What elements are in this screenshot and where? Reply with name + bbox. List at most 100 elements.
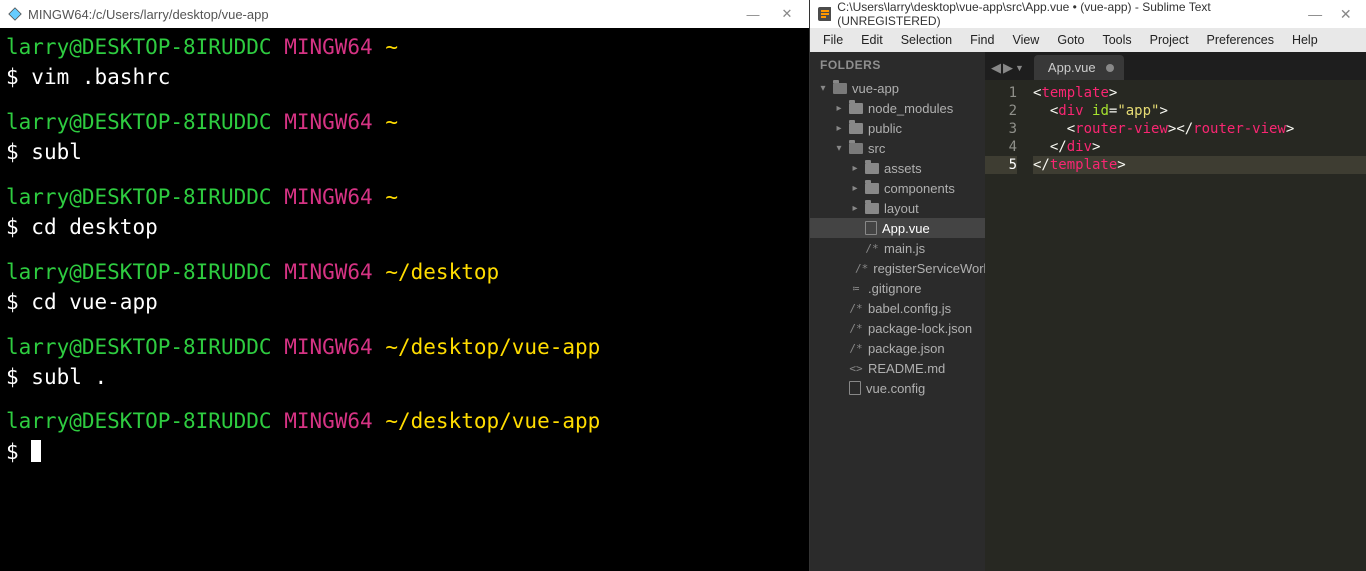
tree-item-label: registerServiceWork: [873, 261, 985, 276]
twisty-icon[interactable]: ▸: [850, 203, 860, 214]
file-icon: [849, 381, 861, 395]
js-icon: /*: [849, 302, 863, 315]
tree-item-label: .gitignore: [868, 281, 921, 296]
js-icon: /*: [855, 262, 868, 275]
close-button[interactable]: ✕: [773, 6, 801, 22]
folder-icon: [865, 183, 879, 194]
tree-item-label: package.json: [868, 341, 945, 356]
terminal-block: larry@DESKTOP-8IRUDDC MINGW64 ~$ vim .ba…: [6, 32, 803, 93]
tree-item-vue-app[interactable]: ▾ vue-app: [810, 78, 985, 98]
md-icon: <>: [849, 362, 863, 375]
minimize-button[interactable]: —: [1303, 6, 1328, 22]
twisty-icon[interactable]: ▸: [834, 123, 844, 134]
twisty-icon[interactable]: ▸: [834, 103, 844, 114]
sidebar-header: FOLDERS: [810, 52, 985, 78]
tree-item-package-lock-json[interactable]: /* package-lock.json: [810, 318, 985, 338]
code-area: 12345 <template> <div id="app"> <router-…: [985, 80, 1366, 571]
menu-help[interactable]: Help: [1283, 30, 1327, 50]
menu-tools[interactable]: Tools: [1093, 30, 1140, 50]
menu-view[interactable]: View: [1003, 30, 1048, 50]
tree-item-label: layout: [884, 201, 919, 216]
tab-app-vue[interactable]: App.vue: [1034, 55, 1124, 80]
tree-item-layout[interactable]: ▸ layout: [810, 198, 985, 218]
folder-icon: [849, 103, 863, 114]
menu-file[interactable]: File: [814, 30, 852, 50]
code-line[interactable]: </div>: [1033, 138, 1366, 156]
terminal-block: larry@DESKTOP-8IRUDDC MINGW64 ~/desktop/…: [6, 332, 803, 393]
code-line[interactable]: <div id="app">: [1033, 102, 1366, 120]
tree-item-registerservicework[interactable]: /* registerServiceWork: [810, 258, 985, 278]
terminal-block: larry@DESKTOP-8IRUDDC MINGW64 ~/desktop/…: [6, 406, 803, 467]
code-line[interactable]: </template>: [1033, 156, 1366, 174]
tree-item-app-vue[interactable]: App.vue: [810, 218, 985, 238]
tree-item-babel-config-js[interactable]: /* babel.config.js: [810, 298, 985, 318]
tab-menu-icon[interactable]: ▼: [1015, 63, 1024, 73]
code-line[interactable]: <router-view></router-view>: [1033, 120, 1366, 138]
minimize-button[interactable]: —: [739, 7, 767, 22]
tree-item-node-modules[interactable]: ▸ node_modules: [810, 98, 985, 118]
twisty-icon[interactable]: ▾: [834, 143, 844, 154]
js-icon: /*: [849, 322, 863, 335]
sublime-title: C:\Users\larry\desktop\vue-app\src\App.v…: [837, 0, 1291, 28]
tree-item-main-js[interactable]: /* main.js: [810, 238, 985, 258]
tree-item-label: vue.config: [866, 381, 925, 396]
twisty-icon[interactable]: ▾: [818, 83, 828, 94]
tab-prev-icon[interactable]: ◀: [991, 60, 1001, 76]
tree-item-vue-config[interactable]: vue.config: [810, 378, 985, 398]
tab-label: App.vue: [1048, 60, 1096, 75]
tree-item-label: node_modules: [868, 101, 953, 116]
menu-preferences[interactable]: Preferences: [1198, 30, 1283, 50]
editor-area: ◀ ▶ ▼ App.vue 12345 <template> <div id="…: [985, 52, 1366, 571]
tree-item-label: babel.config.js: [868, 301, 951, 316]
close-button[interactable]: ✕: [1333, 6, 1358, 23]
tree-item-label: public: [868, 121, 902, 136]
tree-item-src[interactable]: ▾ src: [810, 138, 985, 158]
tree-item-label: vue-app: [852, 81, 899, 96]
folder-open-icon: [849, 143, 863, 154]
menu-selection[interactable]: Selection: [892, 30, 961, 50]
menu-find[interactable]: Find: [961, 30, 1003, 50]
menu-edit[interactable]: Edit: [852, 30, 892, 50]
sublime-window: C:\Users\larry\desktop\vue-app\src\App.v…: [810, 0, 1366, 571]
terminal-body[interactable]: larry@DESKTOP-8IRUDDC MINGW64 ~$ vim .ba…: [0, 28, 809, 571]
sublime-menubar: FileEditSelectionFindViewGotoToolsProjec…: [810, 28, 1366, 52]
terminal-block: larry@DESKTOP-8IRUDDC MINGW64 ~/desktop$…: [6, 257, 803, 318]
tree-item-label: main.js: [884, 241, 925, 256]
tree-item-public[interactable]: ▸ public: [810, 118, 985, 138]
js-icon: /*: [849, 342, 863, 355]
menu-goto[interactable]: Goto: [1048, 30, 1093, 50]
line-gutter: 12345: [985, 80, 1025, 571]
dirty-indicator-icon: [1106, 64, 1114, 72]
tree-item-label: README.md: [868, 361, 945, 376]
tree-item-assets[interactable]: ▸ assets: [810, 158, 985, 178]
terminal-window: MINGW64:/c/Users/larry/desktop/vue-app —…: [0, 0, 810, 571]
tree-item--gitignore[interactable]: ≔ .gitignore: [810, 278, 985, 298]
js-icon: /*: [865, 242, 879, 255]
tree-item-package-json[interactable]: /* package.json: [810, 338, 985, 358]
terminal-titlebar[interactable]: MINGW64:/c/Users/larry/desktop/vue-app —…: [0, 0, 809, 28]
tab-bar: ◀ ▶ ▼ App.vue: [985, 52, 1366, 80]
terminal-block: larry@DESKTOP-8IRUDDC MINGW64 ~$ cd desk…: [6, 182, 803, 243]
code-editor[interactable]: <template> <div id="app"> <router-view><…: [1025, 80, 1366, 571]
folder-icon: [865, 203, 879, 214]
folder-icon: [849, 123, 863, 134]
menu-project[interactable]: Project: [1141, 30, 1198, 50]
folder-tree: ▾vue-app▸node_modules▸public▾src▸assets▸…: [810, 78, 985, 398]
tree-item-label: src: [868, 141, 885, 156]
tab-nav: ◀ ▶ ▼: [991, 60, 1030, 80]
gitignore-icon: ≔: [849, 282, 863, 295]
tab-next-icon[interactable]: ▶: [1003, 60, 1013, 76]
sublime-titlebar[interactable]: C:\Users\larry\desktop\vue-app\src\App.v…: [810, 0, 1366, 28]
twisty-icon[interactable]: ▸: [850, 163, 860, 174]
tree-item-components[interactable]: ▸ components: [810, 178, 985, 198]
sublime-sidebar: FOLDERS ▾ vue-app ▸ node_modules ▸ public ▾ src…: [810, 52, 985, 571]
tree-item-label: assets: [884, 161, 922, 176]
folder-open-icon: [833, 83, 847, 94]
tree-item-label: components: [884, 181, 955, 196]
twisty-icon[interactable]: ▸: [850, 183, 860, 194]
terminal-title: MINGW64:/c/Users/larry/desktop/vue-app: [28, 7, 269, 22]
code-line[interactable]: <template>: [1033, 84, 1366, 102]
tree-item-readme-md[interactable]: <> README.md: [810, 358, 985, 378]
tree-item-label: package-lock.json: [868, 321, 972, 336]
mingw-icon: [8, 7, 22, 21]
